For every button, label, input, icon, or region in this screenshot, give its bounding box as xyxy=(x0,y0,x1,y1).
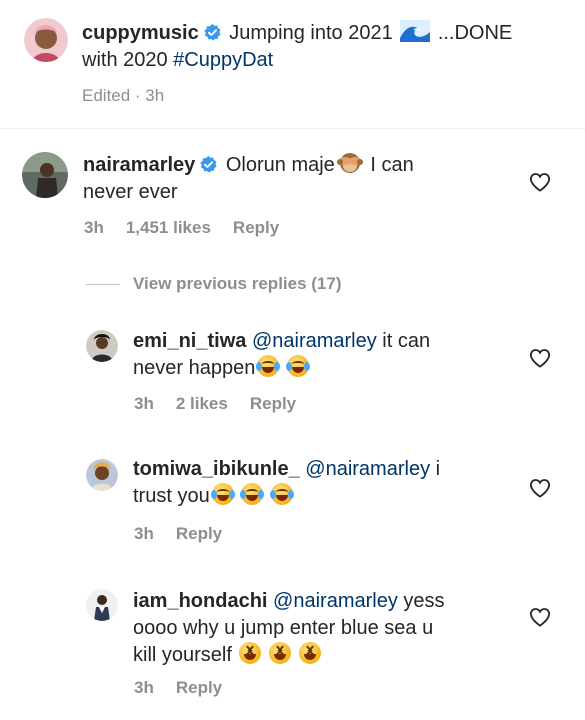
reply-button[interactable]: Reply xyxy=(250,394,296,413)
reply-button[interactable]: Reply xyxy=(176,524,222,543)
caption-divider xyxy=(0,128,585,129)
reply-text: never happen xyxy=(133,357,256,379)
reply-username[interactable]: emi_ni_tiwa xyxy=(133,330,246,352)
laughing-tears-emoji-icon xyxy=(210,483,235,505)
squinting-laugh-emoji-icon xyxy=(298,642,321,664)
laughing-tears-emoji-icon xyxy=(269,483,294,505)
caption-hashtag[interactable]: #CuppyDat xyxy=(173,49,273,71)
avatar[interactable] xyxy=(86,330,118,362)
comment-line-1: nairamarley Olorun maje I can xyxy=(83,152,414,179)
reply-3-meta: 3h Reply xyxy=(134,678,244,698)
caption-line-2: with 2020 #CuppyDat xyxy=(82,47,273,74)
reply-text: oooo why u jump enter blue sea u xyxy=(133,617,434,639)
caption-edited: Edited · 3h xyxy=(82,86,186,106)
reply-mention[interactable]: @nairamarley xyxy=(305,458,430,480)
caption-line2-prefix: with 2020 xyxy=(82,49,174,71)
reply-2-line-1: tomiwa_ibikunle_ @nairamarley i xyxy=(133,456,440,483)
caption-text-part2: ...DONE xyxy=(432,22,513,44)
reply-3-line-1: iam_hondachi @nairamarley yess xyxy=(133,588,445,615)
squinting-laugh-emoji-icon xyxy=(269,642,292,664)
view-previous-label: View previous replies (17) xyxy=(133,274,342,293)
reply-time: 3h xyxy=(134,524,154,543)
reply-2-line-2: trust you xyxy=(133,483,294,510)
reply-time: 3h xyxy=(134,678,154,697)
verified-badge-icon xyxy=(204,24,221,41)
verified-badge-icon xyxy=(200,156,217,173)
laughing-tears-emoji-icon xyxy=(256,355,281,377)
reply-time: 3h xyxy=(134,394,154,413)
see-no-evil-monkey-icon xyxy=(336,152,363,174)
comment-line-2: never ever xyxy=(83,179,178,206)
caption-line-1: cuppymusic Jumping into 2021 ...DONE xyxy=(82,20,572,47)
reply-3-line-2: oooo why u jump enter blue sea u xyxy=(133,615,433,642)
reply-1-line-1: emi_ni_tiwa @nairamarley it can xyxy=(133,328,430,355)
avatar[interactable] xyxy=(86,459,118,491)
divider-line xyxy=(86,284,120,285)
comment-meta: 3h 1,451 likes Reply xyxy=(84,218,301,238)
caption-text-part1: Jumping into 2021 xyxy=(223,22,399,44)
reply-text: kill yourself xyxy=(133,644,238,666)
reply-button[interactable]: Reply xyxy=(176,678,222,697)
avatar[interactable] xyxy=(24,18,68,62)
comment-text-part1: Olorun maje xyxy=(220,154,335,176)
reply-text: i xyxy=(430,458,441,480)
heart-icon[interactable] xyxy=(529,478,551,498)
edited-label: Edited · 3h xyxy=(82,86,165,105)
reply-likes[interactable]: 2 likes xyxy=(176,394,228,413)
reply-3-line-3: kill yourself xyxy=(133,642,321,669)
heart-icon[interactable] xyxy=(529,172,551,192)
reply-1-meta: 3h 2 likes Reply xyxy=(134,394,318,414)
heart-icon[interactable] xyxy=(529,348,551,368)
comment-line2-text: never ever xyxy=(83,181,178,203)
reply-text: yess xyxy=(397,590,445,612)
reply-mention[interactable]: @nairamarley xyxy=(252,330,377,352)
comment-text-part2: I can xyxy=(364,154,414,176)
avatar[interactable] xyxy=(22,152,68,198)
reply-2-meta: 3h Reply xyxy=(134,524,244,544)
squinting-laugh-emoji-icon xyxy=(239,642,262,664)
reply-text: it can xyxy=(376,330,431,352)
view-previous-replies-button[interactable]: View previous replies (17) xyxy=(133,274,342,294)
comment-likes[interactable]: 1,451 likes xyxy=(126,218,211,237)
laughing-tears-emoji-icon xyxy=(240,483,265,505)
comment-username[interactable]: nairamarley xyxy=(83,154,195,176)
reply-mention[interactable]: @nairamarley xyxy=(273,590,398,612)
reply-1-line-2: never happen xyxy=(133,355,310,382)
caption-username[interactable]: cuppymusic xyxy=(82,22,199,44)
wave-emoji-icon xyxy=(400,20,431,42)
reply-button[interactable]: Reply xyxy=(233,218,279,237)
laughing-tears-emoji-icon xyxy=(285,355,310,377)
reply-username[interactable]: iam_hondachi xyxy=(133,590,267,612)
reply-text: trust you xyxy=(133,485,210,507)
reply-username[interactable]: tomiwa_ibikunle_ xyxy=(133,458,300,480)
avatar[interactable] xyxy=(86,589,118,621)
comment-time: 3h xyxy=(84,218,104,237)
heart-icon[interactable] xyxy=(529,607,551,627)
